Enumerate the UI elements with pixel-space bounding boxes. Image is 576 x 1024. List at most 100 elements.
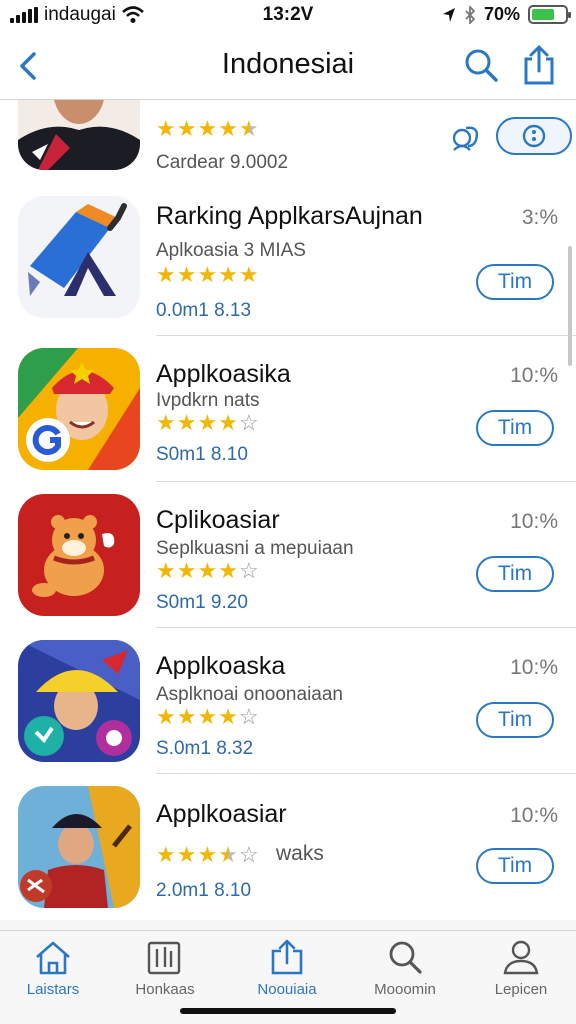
star-rating: ★★★★☆ <box>156 704 260 730</box>
app-meta: 0.0m1 8.13 <box>156 300 252 321</box>
list-item[interactable]: Applkoasika 10:% Ivpdkrn nats ★★★★☆ S0m1… <box>0 336 576 482</box>
app-subtitle: Seplkuasni a mepuiaan <box>156 538 354 559</box>
star-full-icon: ★ <box>156 704 177 729</box>
tab-label: Lepicen <box>494 981 548 998</box>
tab-label: Noouiaia <box>257 981 317 998</box>
bluetooth-icon <box>465 5 476 24</box>
tab-profile[interactable]: Lepicen <box>466 939 576 998</box>
tab-label: Laistars <box>26 981 80 998</box>
star-full-icon: ★ <box>218 262 239 287</box>
search-icon[interactable] <box>462 46 500 84</box>
app-meta: S0m1 9.20 <box>156 592 248 613</box>
tab-search[interactable]: Mooomin <box>350 939 460 998</box>
home-indicator <box>180 1008 396 1014</box>
star-full-icon: ★ <box>156 558 177 583</box>
star-full-icon: ★ <box>218 704 239 729</box>
ellipsis-icon <box>522 124 546 148</box>
app-list[interactable]: ★★★★★ Cardear 9.0002 Rarking ApplkarsAuj… <box>0 100 576 920</box>
app-percent: 3:% <box>521 206 558 229</box>
star-full-icon: ★ <box>156 842 177 867</box>
share-icon[interactable] <box>520 44 558 86</box>
star-full-icon: ★ <box>218 116 239 141</box>
app-meta: S.0m1 8.32 <box>156 738 254 759</box>
star-empty-icon: ☆ <box>238 704 260 729</box>
app-name: Rarking ApplkarsAujnan <box>156 202 423 230</box>
star-rating: ★★★★☆ <box>156 842 260 868</box>
get-button[interactable]: Tim <box>476 410 554 446</box>
app-name: Applkoasika <box>156 360 291 388</box>
star-full-icon: ★ <box>176 558 198 583</box>
status-right: 70% <box>442 4 571 25</box>
app-meta: Cardear 9.0002 <box>156 152 289 173</box>
list-item[interactable]: ★★★★★ Cardear 9.0002 <box>0 100 576 180</box>
tab-label: Honkaas <box>135 981 195 998</box>
star-full-icon: ★ <box>197 410 219 435</box>
app-subtitle: Asplknoai onoonaiaan <box>156 684 343 705</box>
app-name: Cplikoasiar <box>156 506 280 534</box>
star-full-icon: ★ <box>156 116 177 141</box>
star-full-icon: ★ <box>156 410 177 435</box>
tab-home[interactable]: Laistars <box>0 939 108 998</box>
app-icon-adventurer <box>18 640 140 762</box>
list-item[interactable]: Rarking ApplkarsAujnan 3:% Aplkoasia 3 M… <box>0 190 576 336</box>
star-rating: ★★★★★ <box>156 262 260 288</box>
scroll-indicator[interactable] <box>568 246 572 366</box>
library-icon <box>147 941 181 975</box>
star-rating: ★★★★☆ <box>156 410 260 436</box>
app-subtitle: Aplkoasia 3 MIAS <box>156 240 306 261</box>
get-button[interactable]: Tim <box>476 556 554 592</box>
star-full-icon: ★ <box>197 262 219 287</box>
app-subtitle: Ivpdkrn nats <box>156 390 260 411</box>
app-extra-label: waks <box>276 842 324 865</box>
star-full-icon: ★ <box>197 116 219 141</box>
tab-library[interactable]: Honkaas <box>110 939 220 998</box>
search-icon <box>389 941 422 974</box>
app-meta: S0m1 8.10 <box>156 444 248 465</box>
star-full-icon: ★ <box>176 842 198 867</box>
star-full-icon: ★ <box>218 558 239 583</box>
app-icon-character <box>18 348 140 470</box>
list-item[interactable]: Applkoasiar 10:% ★★★★☆ waks 2.0m1 8.10 T… <box>0 774 576 920</box>
list-item[interactable]: Cplikoasiar 10:% Seplkuasni a mepuiaan ★… <box>0 482 576 628</box>
star-full-icon: ★ <box>218 410 239 435</box>
star-empty-icon: ☆ <box>238 558 260 583</box>
star-full-icon: ★ <box>197 704 219 729</box>
star-full-icon: ★ <box>156 262 177 287</box>
app-percent: 10:% <box>510 656 558 679</box>
star-empty-icon: ☆ <box>238 410 260 435</box>
app-percent: 10:% <box>510 804 558 827</box>
app-icon-portrait <box>18 100 140 170</box>
app-icon-paint-roller <box>18 196 140 318</box>
tab-share[interactable]: Noouiaia <box>232 939 342 998</box>
battery-icon <box>528 5 571 24</box>
navigation-bar: Indonesiai <box>0 34 576 100</box>
star-half-icon: ★ <box>238 116 260 141</box>
app-meta: 2.0m1 8.10 <box>156 880 252 901</box>
app-name: Applkoaska <box>156 652 286 680</box>
app-percent: 10:% <box>510 364 558 387</box>
app-icon-musketeer <box>18 786 140 908</box>
share-icon <box>271 939 303 975</box>
battery-percent: 70% <box>483 4 520 24</box>
status-bar: indaugai 13:2V 70% <box>0 0 576 34</box>
star-rating: ★★★★☆ <box>156 558 260 584</box>
home-icon <box>36 941 70 975</box>
app-percent: 10:% <box>510 510 558 533</box>
location-icon <box>442 7 455 22</box>
group-icon[interactable] <box>450 122 484 152</box>
tab-label: Mooomin <box>374 981 436 998</box>
get-button[interactable]: Tim <box>476 702 554 738</box>
star-full-icon: ★ <box>176 410 198 435</box>
app-icon-hamster <box>18 494 140 616</box>
star-full-icon: ★ <box>197 558 219 583</box>
person-icon <box>503 940 539 975</box>
star-rating: ★★★★★ <box>156 116 260 142</box>
app-name: Applkoasiar <box>156 800 287 828</box>
get-button[interactable]: Tim <box>476 848 554 884</box>
list-item[interactable]: Applkoaska 10:% Asplknoai onoonaiaan ★★★… <box>0 628 576 774</box>
get-button[interactable]: Tim <box>476 264 554 300</box>
star-full-icon: ★ <box>176 116 198 141</box>
options-button[interactable] <box>496 117 572 155</box>
star-full-icon: ★ <box>176 262 198 287</box>
star-half-icon: ★ <box>218 842 239 867</box>
